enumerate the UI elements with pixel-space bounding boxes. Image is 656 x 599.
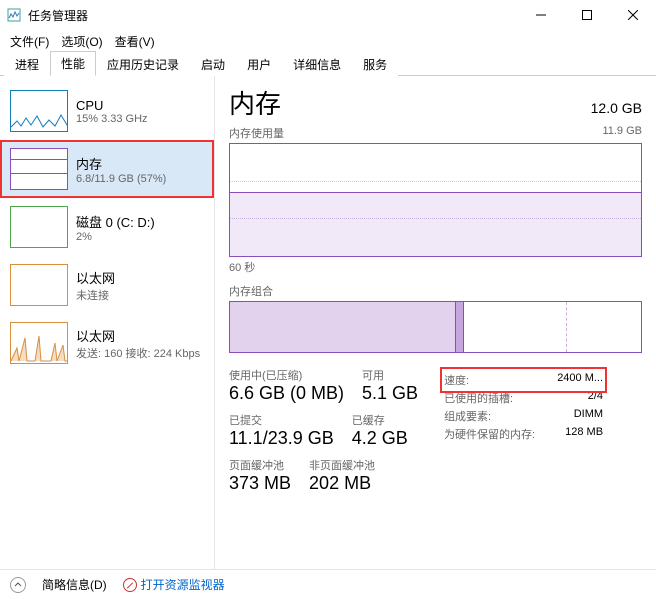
fewer-details-link[interactable]: 简略信息(D) [42, 576, 107, 593]
sidebar-item-label: CPU [76, 98, 148, 113]
sidebar-item-cpu[interactable]: CPU 15% 3.33 GHz [0, 82, 214, 140]
tabs: 进程 性能 应用历史记录 启动 用户 详细信息 服务 [0, 52, 656, 76]
stats: 使用中(已压缩) 6.6 GB (0 MB) 可用 5.1 GB 已提交 11.… [229, 367, 642, 494]
resource-monitor-icon [123, 578, 137, 592]
sidebar-item-label: 以太网 [76, 326, 200, 345]
sidebar-item-sub: 6.8/11.9 GB (57%) [76, 173, 166, 185]
stat-available: 可用 5.1 GB [362, 367, 418, 404]
sidebar-item-sub: 15% 3.33 GHz [76, 113, 148, 125]
menu-view[interactable]: 查看(V) [109, 31, 161, 52]
tab-details[interactable]: 详细信息 [282, 52, 352, 76]
sidebar-item-label: 内存 [76, 154, 166, 173]
tab-services[interactable]: 服务 [352, 52, 398, 76]
detail-hw-reserved: 为硬件保留的内存:128 MB [444, 425, 603, 443]
memory-details: 速度:2400 M... 已使用的插槽:2/4 组成要素:DIMM 为硬件保留的… [436, 367, 611, 494]
composition-label: 内存组合 [229, 283, 642, 299]
page-title: 内存 [229, 84, 281, 121]
content: CPU 15% 3.33 GHz 内存 6.8/11.9 GB (57%) 磁盘… [0, 76, 656, 569]
stat-nonpaged-pool: 非页面缓冲池 202 MB [309, 457, 375, 494]
app-icon [6, 7, 22, 23]
footer: 简略信息(D) 打开资源监视器 [0, 569, 656, 599]
maximize-button[interactable] [564, 0, 610, 30]
sidebar: CPU 15% 3.33 GHz 内存 6.8/11.9 GB (57%) 磁盘… [0, 76, 215, 569]
sidebar-item-label: 以太网 [76, 268, 115, 287]
menu-file[interactable]: 文件(F) [4, 31, 55, 52]
minimize-button[interactable] [518, 0, 564, 30]
sidebar-item-sub: 2% [76, 231, 155, 243]
memory-total: 12.0 GB [591, 100, 642, 116]
memory-usage-graph[interactable] [229, 143, 642, 257]
stat-in-use: 使用中(已压缩) 6.6 GB (0 MB) [229, 367, 344, 404]
detail-slots: 已使用的插槽:2/4 [444, 389, 603, 407]
detail-form-factor: 组成要素:DIMM [444, 407, 603, 425]
disk-thumb-icon [10, 206, 68, 248]
menu-options[interactable]: 选项(O) [55, 31, 108, 52]
memory-composition-graph[interactable] [229, 301, 642, 353]
cpu-thumb-icon [10, 90, 68, 132]
open-resource-monitor-link[interactable]: 打开资源监视器 [123, 576, 225, 593]
usage-graph-label: 内存使用量 [229, 125, 284, 141]
titlebar: 任务管理器 [0, 0, 656, 30]
sidebar-item-memory[interactable]: 内存 6.8/11.9 GB (57%) [0, 140, 214, 198]
sidebar-item-sub: 未连接 [76, 287, 115, 303]
stat-paged-pool: 页面缓冲池 373 MB [229, 457, 291, 494]
sidebar-item-label: 磁盘 0 (C: D:) [76, 212, 155, 231]
tab-processes[interactable]: 进程 [4, 52, 50, 76]
tab-users[interactable]: 用户 [236, 52, 282, 76]
usage-graph-max: 11.9 GB [602, 125, 642, 141]
tab-startup[interactable]: 启动 [190, 52, 236, 76]
chevron-up-icon[interactable] [10, 577, 26, 593]
sidebar-item-disk[interactable]: 磁盘 0 (C: D:) 2% [0, 198, 214, 256]
sidebar-item-ethernet-1[interactable]: 以太网 未连接 [0, 256, 214, 314]
stat-committed: 已提交 11.1/23.9 GB [229, 412, 334, 449]
graph-time-label: 60 秒 [229, 259, 642, 275]
tab-performance[interactable]: 性能 [50, 51, 96, 76]
tab-app-history[interactable]: 应用历史记录 [96, 52, 190, 76]
ethernet-thumb-icon [10, 264, 68, 306]
main-panel: 内存 12.0 GB 内存使用量 11.9 GB 60 秒 内存组合 使用中(已… [215, 76, 656, 569]
close-button[interactable] [610, 0, 656, 30]
memory-thumb-icon [10, 148, 68, 190]
stat-cached: 已缓存 4.2 GB [352, 412, 408, 449]
menubar: 文件(F) 选项(O) 查看(V) [0, 30, 656, 52]
ethernet-thumb-icon [10, 322, 68, 364]
window-title: 任务管理器 [28, 7, 518, 24]
sidebar-item-sub: 发送: 160 接收: 224 Kbps [76, 345, 200, 361]
sidebar-item-ethernet-2[interactable]: 以太网 发送: 160 接收: 224 Kbps [0, 314, 214, 372]
detail-speed: 速度:2400 M... [444, 371, 603, 389]
